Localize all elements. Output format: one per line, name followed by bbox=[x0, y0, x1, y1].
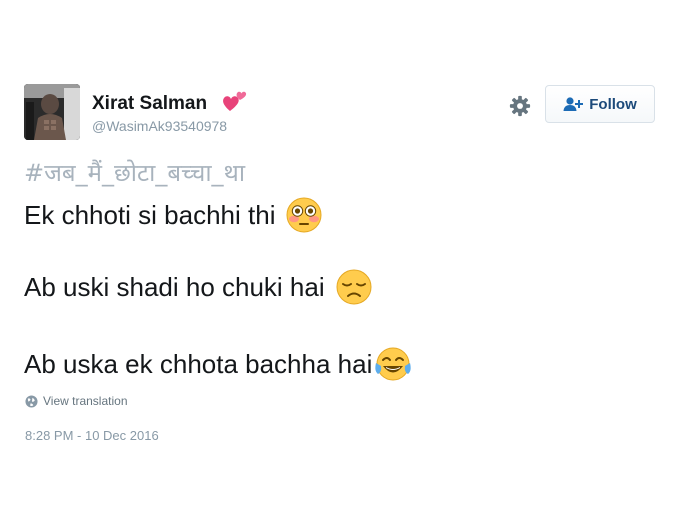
tears-of-joy-icon bbox=[375, 347, 412, 381]
tweet-line-1-text: Ek chhoti si bachhi thi bbox=[24, 199, 276, 230]
gear-icon[interactable] bbox=[509, 95, 531, 117]
display-name[interactable]: Xirat Salman bbox=[92, 93, 207, 115]
user-handle[interactable]: @WasimAk93540978 bbox=[92, 118, 227, 134]
flushed-face-icon bbox=[286, 197, 322, 233]
tweet-line-3: Ab uska ek chhota bachha hai bbox=[24, 345, 413, 383]
add-user-icon bbox=[563, 97, 584, 111]
tweet-line-2: Ab uski shadi ho chuki hai bbox=[24, 268, 373, 306]
tweet-timestamp[interactable]: 8:28 PM - 10 Dec 2016 bbox=[25, 428, 159, 443]
globe-icon bbox=[25, 394, 38, 408]
avatar-image bbox=[24, 84, 80, 140]
tweet-card: Xirat Salman @WasimAk93540978 Follow #जब… bbox=[0, 0, 680, 509]
view-translation-label: View translation bbox=[43, 394, 128, 408]
view-translation-link[interactable]: View translation bbox=[25, 394, 128, 408]
tweet-line-3-text: Ab uska ek chhota bachha hai bbox=[24, 348, 373, 379]
tweet-line-1: Ek chhoti si bachhi thi bbox=[24, 196, 323, 234]
follow-button[interactable]: Follow bbox=[545, 85, 655, 123]
two-hearts-icon bbox=[223, 91, 247, 111]
disappointed-face-icon bbox=[336, 269, 372, 305]
avatar[interactable] bbox=[24, 84, 80, 140]
hashtag-link[interactable]: #जब_मैं_छोटा_बच्चा_था bbox=[24, 156, 245, 189]
follow-label: Follow bbox=[589, 95, 637, 113]
tweet-line-2-text: Ab uski shadi ho chuki hai bbox=[24, 271, 325, 302]
